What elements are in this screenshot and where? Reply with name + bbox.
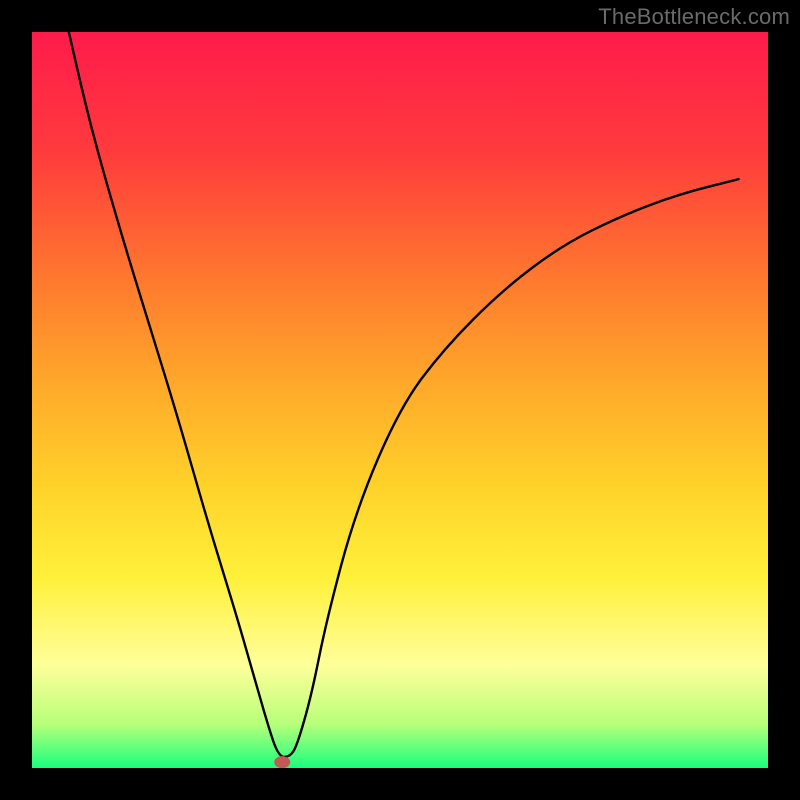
chart-plot-area bbox=[32, 32, 768, 768]
optimal-point-marker bbox=[274, 756, 290, 768]
bottleneck-chart bbox=[0, 0, 800, 800]
watermark-text: TheBottleneck.com bbox=[598, 4, 790, 30]
chart-container: TheBottleneck.com bbox=[0, 0, 800, 800]
